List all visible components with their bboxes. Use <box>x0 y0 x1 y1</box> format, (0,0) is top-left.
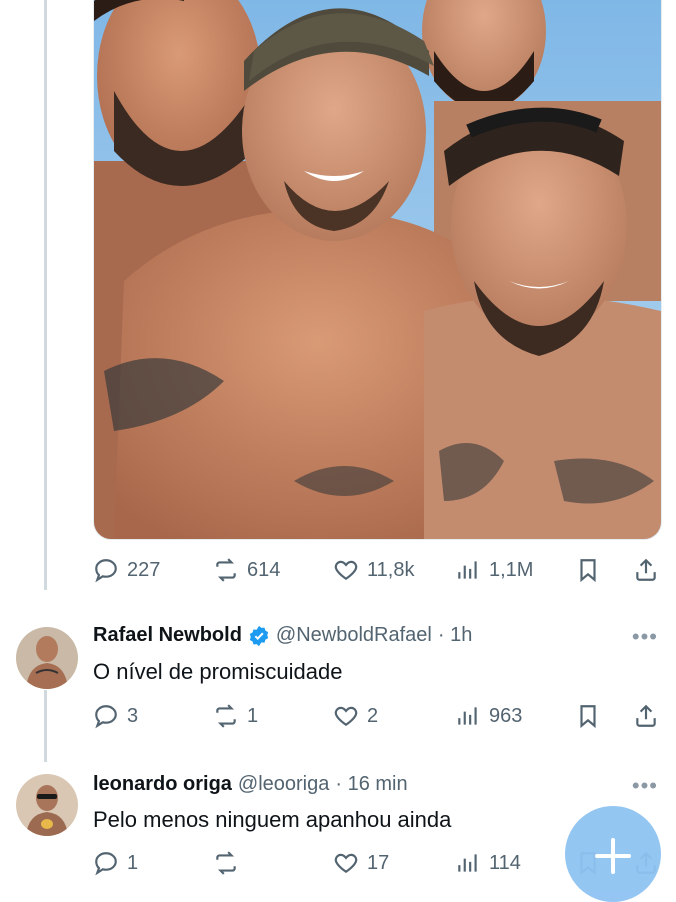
like-button[interactable]: 17 <box>333 846 389 880</box>
like-button[interactable]: 11,8k <box>333 553 414 587</box>
more-options-icon[interactable]: ••• <box>632 624 658 650</box>
handle[interactable]: @leooriga <box>238 773 329 796</box>
reply-header: leonardo origa @leooriga · 16 min <box>93 773 408 796</box>
verified-badge-icon <box>248 625 270 647</box>
thread-line <box>44 690 47 762</box>
reply-text: Pelo menos ninguem apanhou ainda <box>93 807 452 832</box>
reply-button[interactable]: 3 <box>93 699 138 733</box>
reply-icon <box>95 852 117 876</box>
like-count: 11,8k <box>367 558 415 581</box>
reply-count: 1 <box>127 851 139 874</box>
reply-text: O nível de promiscuidade <box>93 659 343 684</box>
like-icon <box>334 706 358 726</box>
reply-header: Rafael Newbold @NewboldRafael · 1h <box>93 624 472 647</box>
views-count: 1,1M <box>489 558 534 581</box>
views-count: 963 <box>489 704 523 727</box>
repost-icon <box>216 558 236 582</box>
views-button[interactable]: 963 <box>455 699 522 733</box>
reply-count: 227 <box>127 558 161 581</box>
views-icon <box>458 707 477 725</box>
avatar[interactable] <box>16 627 78 689</box>
share-button[interactable] <box>633 699 659 733</box>
share-button[interactable] <box>633 553 659 587</box>
thread-line <box>44 0 47 590</box>
avatar[interactable] <box>16 774 78 836</box>
bookmark-button[interactable] <box>575 699 601 733</box>
compose-icon <box>595 838 631 874</box>
like-button[interactable]: 2 <box>333 699 378 733</box>
handle[interactable]: @NewboldRafael <box>276 624 432 647</box>
like-count: 17 <box>367 851 390 874</box>
post-action-bar: 227 614 11,8k 1,1M <box>93 553 663 587</box>
display-name[interactable]: leonardo origa <box>93 773 232 796</box>
share-icon <box>636 558 656 581</box>
timestamp[interactable]: · 1h <box>438 624 472 647</box>
bookmark-button[interactable] <box>575 553 601 587</box>
timestamp[interactable]: · 16 min <box>335 773 407 796</box>
post-image[interactable] <box>93 0 662 540</box>
reply-action-bar: 3 1 2 963 <box>93 699 663 733</box>
views-button[interactable]: 1,1M <box>455 553 533 587</box>
repost-count: 1 <box>247 704 259 727</box>
repost-icon <box>216 704 236 728</box>
bookmark-icon <box>580 705 596 729</box>
like-icon <box>334 560 358 580</box>
repost-button[interactable]: 614 <box>213 553 280 587</box>
reply-button[interactable]: 227 <box>93 553 160 587</box>
more-options-icon[interactable]: ••• <box>632 773 658 799</box>
repost-count: 614 <box>247 558 281 581</box>
display-name[interactable]: Rafael Newbold <box>93 624 242 647</box>
reply-count: 3 <box>127 704 139 727</box>
repost-icon <box>216 851 236 875</box>
repost-button[interactable]: 1 <box>213 699 258 733</box>
like-count: 2 <box>367 704 379 727</box>
repost-button[interactable] <box>213 846 247 880</box>
views-button[interactable]: 114 <box>455 846 521 880</box>
views-icon <box>458 854 477 872</box>
views-icon <box>458 561 477 579</box>
reply-icon <box>95 559 117 583</box>
reply-button[interactable]: 1 <box>93 846 138 880</box>
bookmark-icon <box>580 559 596 583</box>
views-count: 114 <box>489 851 521 874</box>
reply-icon <box>95 705 117 729</box>
like-icon <box>334 853 358 873</box>
share-icon <box>636 704 656 727</box>
